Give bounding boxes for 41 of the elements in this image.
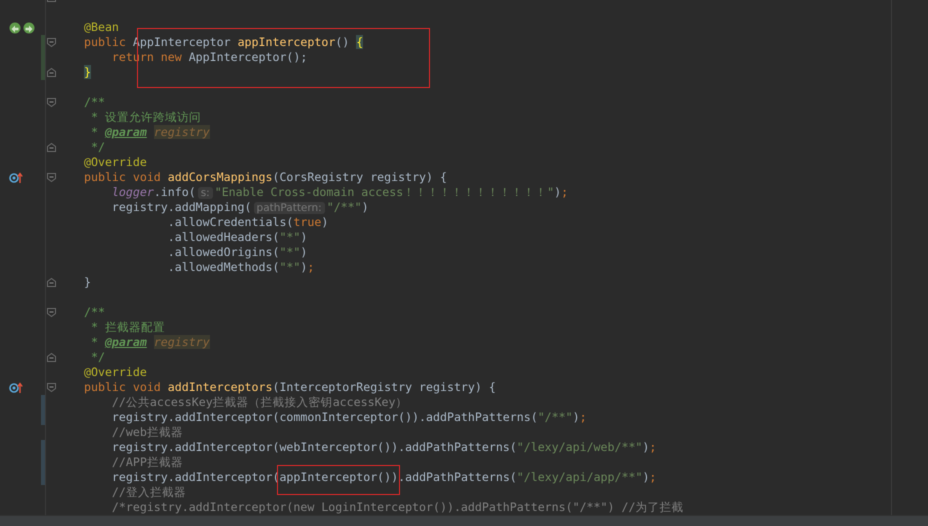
fold-icon[interactable] — [47, 98, 56, 107]
code-line: registry.addMapping( pathPattern: "/**") — [110, 200, 369, 216]
code-line: registry.addInterceptor(webInterceptor()).addPathPatterns("/lexy/api/web/**"); — [110, 440, 656, 455]
code-line: .allowedHeaders("*") — [166, 230, 308, 245]
code-line: */ — [90, 350, 105, 365]
code-line: .allowedMethods("*"); — [166, 260, 314, 275]
fold-icon[interactable] — [47, 173, 56, 182]
code-line: * @param registry — [90, 335, 210, 350]
code-line: * 拦截器配置 — [90, 320, 165, 335]
code-line: * 设置允许跨域访问 — [90, 110, 201, 125]
override-icon[interactable] — [9, 382, 23, 394]
code-line: //web拦截器 — [110, 425, 183, 440]
code-line: */ — [90, 140, 105, 155]
code-line: //APP拦截器 — [110, 455, 183, 470]
code-line: /** — [84, 305, 105, 320]
fold-icon[interactable] — [47, 38, 56, 47]
code-line: @Override — [84, 155, 147, 170]
code-line: } — [84, 275, 91, 290]
fold-icon[interactable] — [47, 143, 56, 152]
code-line: /*registry.addInterceptor(new LoginInterceptor()).addPathPatterns("/**") //为了拦截 — [110, 500, 684, 515]
code-line: registry.addInterceptor(commonInterceptor()).addPathPatterns("/**"); — [110, 410, 587, 425]
override-icon[interactable] — [9, 172, 23, 184]
code-line: public void addInterceptors(InterceptorRegistry registry) { — [84, 380, 496, 395]
code-line: .allowedOrigins("*") — [166, 245, 308, 260]
fold-icon[interactable] — [47, 278, 56, 287]
fold-icon[interactable] — [47, 68, 56, 77]
fold-icon[interactable] — [47, 308, 56, 317]
code-line: logger.info( s: "Enable Cross-domain access！！！！！！！！！！！！"); — [110, 184, 568, 200]
code-line: registry.addInterceptor(appInterceptor()).addPathPatterns("/lexy/api/app/**"); — [84, 470, 656, 485]
code-line: public void addCorsMappings(CorsRegistry registry) { — [84, 170, 447, 185]
fold-icon[interactable] — [47, 383, 56, 392]
bean-icon[interactable] — [23, 22, 35, 34]
code-line: @Override — [84, 365, 147, 380]
code-line: //登入拦截器 — [110, 485, 186, 500]
code-line: @Bean — [84, 20, 119, 35]
code-line: * @param registry — [90, 125, 210, 140]
fold-icon[interactable] — [47, 353, 56, 362]
code-line: .allowCredentials(true) — [166, 215, 328, 230]
code-line: /** — [84, 95, 105, 110]
bean-icon[interactable] — [9, 22, 21, 34]
code-line: //公共accessKey拦截器（拦截接入密钥accessKey） — [110, 395, 408, 410]
